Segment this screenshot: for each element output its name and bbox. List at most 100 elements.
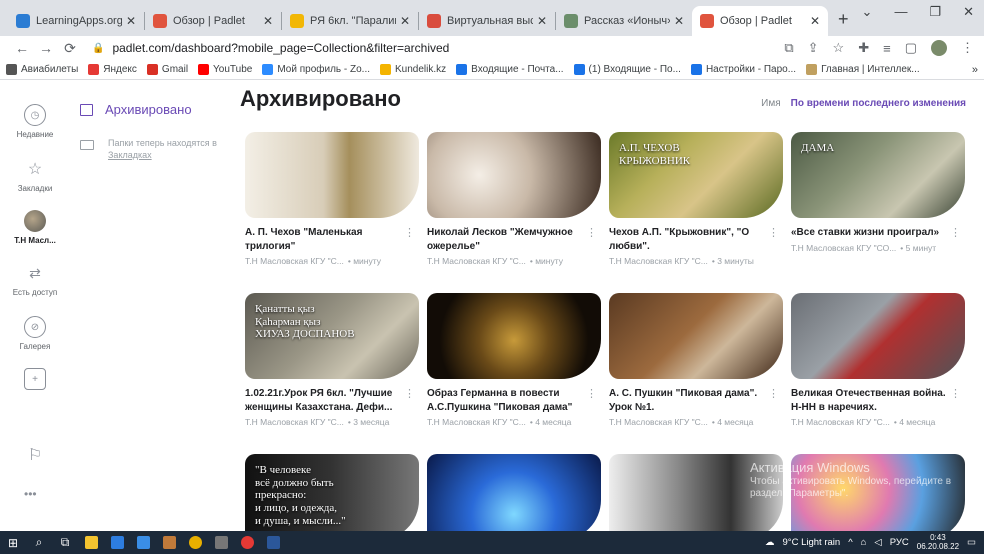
card-menu-icon[interactable]: ⋮ bbox=[950, 387, 961, 400]
sidebar-item-recent[interactable]: ◷ Недавние bbox=[0, 104, 70, 139]
padlet-card[interactable]: ⋮ Николай Лесков "Жемчужное ожерелье" Т.Н … bbox=[427, 132, 601, 266]
maximize-button[interactable]: ❐ bbox=[929, 4, 941, 20]
language-indicator[interactable]: РУС bbox=[890, 537, 909, 548]
tray-chevron-icon[interactable]: ^ bbox=[848, 537, 852, 548]
sidebar-item-user[interactable]: Т.Н Масл... bbox=[0, 210, 70, 245]
close-window-button[interactable]: ✕ bbox=[963, 4, 974, 20]
padlet-card[interactable]: А.П. ЧЕХОВ КРЫЖОВНИК ⋮ Чехов А.П. "Крыжовн… bbox=[609, 132, 783, 266]
reload-icon[interactable]: ⟳ bbox=[58, 40, 82, 57]
bookmark-item[interactable]: (1) Входящие - По... bbox=[573, 64, 681, 75]
minimize-button[interactable]: — bbox=[894, 4, 907, 20]
sort-by-name[interactable]: Имя bbox=[761, 98, 780, 109]
padlet-card[interactable]: ⋮ Образ Германна в повести А.С.Пушкина "П… bbox=[427, 293, 601, 427]
side-panel-icon[interactable]: ▢ bbox=[905, 40, 917, 56]
tab-close-icon[interactable]: ✕ bbox=[126, 14, 136, 28]
profile-avatar[interactable] bbox=[931, 40, 947, 56]
install-app-icon[interactable]: ⧉ bbox=[784, 40, 793, 56]
search-icon[interactable]: ⌕ bbox=[26, 531, 52, 554]
mail-icon[interactable] bbox=[130, 531, 156, 554]
browser-tab[interactable]: Обзор | Padlet ✕ bbox=[145, 6, 281, 36]
user-avatar bbox=[24, 210, 46, 232]
volume-icon[interactable]: ◁ bbox=[874, 537, 881, 548]
padlet-card[interactable] bbox=[427, 454, 601, 531]
tab-search-icon[interactable]: ⌄ bbox=[862, 4, 873, 20]
make-padlet-icon[interactable]: ⚐ bbox=[22, 445, 48, 471]
new-tab-button[interactable]: + bbox=[828, 9, 859, 36]
bookmark-item[interactable]: Главная | Интеллек... bbox=[806, 64, 920, 75]
card-menu-icon[interactable]: ⋮ bbox=[768, 226, 779, 239]
archived-collection-item[interactable]: Архивировано bbox=[80, 102, 192, 117]
card-menu-icon[interactable]: ⋮ bbox=[404, 387, 415, 400]
sidebar-item-shared[interactable]: ⇄ Есть доступ bbox=[0, 262, 70, 298]
weather-text[interactable]: 9°C Light rain bbox=[783, 537, 841, 548]
browser-tab[interactable]: РЯ 6кл. "Паралимпий ✕ bbox=[282, 6, 418, 36]
reading-list-icon[interactable]: ≡ bbox=[883, 41, 891, 56]
sort-by-modified[interactable]: По времени последнего изменения bbox=[791, 98, 966, 109]
tab-close-icon[interactable]: ✕ bbox=[263, 14, 273, 28]
padlet-card[interactable]: ⋮ А. П. Чехов "Маленькая трилогия" Т.Н Мас… bbox=[245, 132, 419, 266]
padlet-card[interactable]: ⋮ А. С. Пушкин "Пиковая дама". Урок №1. Т.… bbox=[609, 293, 783, 427]
sidebar-item-gallery[interactable]: ⊘ Галерея bbox=[0, 316, 70, 351]
url-field[interactable]: 🔒 padlet.com/dashboard?mobile_page=Colle… bbox=[92, 41, 784, 55]
back-icon[interactable]: ← bbox=[10, 40, 34, 56]
store-icon[interactable] bbox=[104, 531, 130, 554]
padlet-thumbnail bbox=[427, 454, 601, 531]
bookmark-item[interactable]: Настройки - Паро... bbox=[690, 64, 796, 75]
extensions-icon[interactable]: ✚ bbox=[858, 40, 869, 56]
clock-date: 06.20.08.22 bbox=[916, 541, 960, 551]
padlet-card[interactable]: ⋮ Великая Отечественная война. Н-НН в нар… bbox=[791, 293, 965, 427]
tab-close-icon[interactable]: ✕ bbox=[537, 14, 547, 28]
browser-tab[interactable]: Виртуальная выставк ✕ bbox=[419, 6, 555, 36]
sidebar-item-bookmarks[interactable]: ☆ Закладки bbox=[0, 158, 70, 193]
network-icon[interactable]: ⌂ bbox=[861, 537, 867, 548]
share-icon[interactable]: ⇪ bbox=[808, 40, 819, 56]
bookmark-item[interactable]: Gmail bbox=[146, 64, 188, 75]
padlet-author: Т.Н Масловская КГУ "СО... bbox=[791, 242, 897, 253]
notifications-icon[interactable]: ▭ bbox=[967, 537, 976, 548]
system-tray: ☁ 9°C Light rain ^ ⌂ ◁ РУС 0:43 06.20.08… bbox=[765, 531, 976, 554]
chrome-icon[interactable] bbox=[182, 531, 208, 554]
forward-icon[interactable]: → bbox=[34, 40, 58, 56]
bookmarks-overflow-icon[interactable]: » bbox=[972, 64, 978, 76]
file-explorer-icon[interactable] bbox=[78, 531, 104, 554]
bookmark-label: Входящие - Почта... bbox=[471, 64, 564, 75]
browser-tab[interactable]: LearningApps.org - со ✕ bbox=[8, 6, 144, 36]
calculator-icon[interactable] bbox=[208, 531, 234, 554]
bookmark-item[interactable]: Авиабилеты bbox=[6, 64, 78, 75]
sidebar-item-label: Т.Н Масл... bbox=[14, 236, 56, 245]
card-menu-icon[interactable]: ⋮ bbox=[768, 387, 779, 400]
padlet-meta: Т.Н Масловская КГУ "С... • минуту bbox=[245, 256, 419, 266]
more-options-icon[interactable]: ••• bbox=[24, 487, 37, 501]
card-menu-icon[interactable]: ⋮ bbox=[950, 226, 961, 239]
padlet-author: Т.Н Масловская КГУ "С... bbox=[245, 256, 344, 266]
bookmark-item[interactable]: Kundelik.kz bbox=[380, 64, 446, 75]
bookmark-item[interactable]: Яндекс bbox=[88, 64, 137, 75]
bookmarks-link[interactable]: Закладках bbox=[108, 150, 152, 160]
tab-close-icon[interactable]: ✕ bbox=[674, 14, 684, 28]
card-menu-icon[interactable]: ⋮ bbox=[404, 226, 415, 239]
start-button[interactable]: ⊞ bbox=[0, 531, 26, 554]
bookmark-star-icon[interactable]: ☆ bbox=[833, 40, 845, 56]
tab-close-icon[interactable]: ✕ bbox=[400, 14, 410, 28]
bookmark-item[interactable]: Входящие - Почта... bbox=[456, 64, 564, 75]
word-icon[interactable] bbox=[260, 531, 286, 554]
bookmark-favicon-icon bbox=[146, 64, 158, 75]
card-menu-icon[interactable]: ⋮ bbox=[586, 226, 597, 239]
clock[interactable]: 0:43 06.20.08.22 bbox=[916, 533, 960, 552]
padlet-card[interactable]: Қанатты қыз Қаһарман қыз ХИУАЗ ДОСПАНОВ ⋮… bbox=[245, 293, 419, 427]
menu-icon[interactable]: ⋮ bbox=[961, 40, 974, 56]
task-view-icon[interactable]: ⧉ bbox=[52, 531, 78, 554]
app-icon[interactable] bbox=[156, 531, 182, 554]
padlet-card[interactable]: "В человеке всё должно быть прекрасно: и… bbox=[245, 454, 419, 531]
watermark-line1: Активация Windows bbox=[750, 460, 870, 475]
sidebar-item-new-padlet[interactable]: + bbox=[0, 368, 70, 394]
yandex-browser-icon[interactable] bbox=[234, 531, 260, 554]
browser-tab[interactable]: Обзор | Padlet ✕ bbox=[692, 6, 828, 36]
browser-tab[interactable]: Рассказ «Ионыч». Ден ✕ bbox=[556, 6, 692, 36]
archive-icon bbox=[80, 103, 93, 116]
tab-close-icon[interactable]: ✕ bbox=[810, 14, 820, 28]
card-menu-icon[interactable]: ⋮ bbox=[586, 387, 597, 400]
bookmark-item[interactable]: Мой профиль - Zo... bbox=[262, 64, 370, 75]
bookmark-item[interactable]: YouTube bbox=[198, 64, 252, 75]
padlet-card[interactable]: ДАМА ⋮ «Все ставки жизни проиграл» Т.Н Масл… bbox=[791, 132, 965, 253]
